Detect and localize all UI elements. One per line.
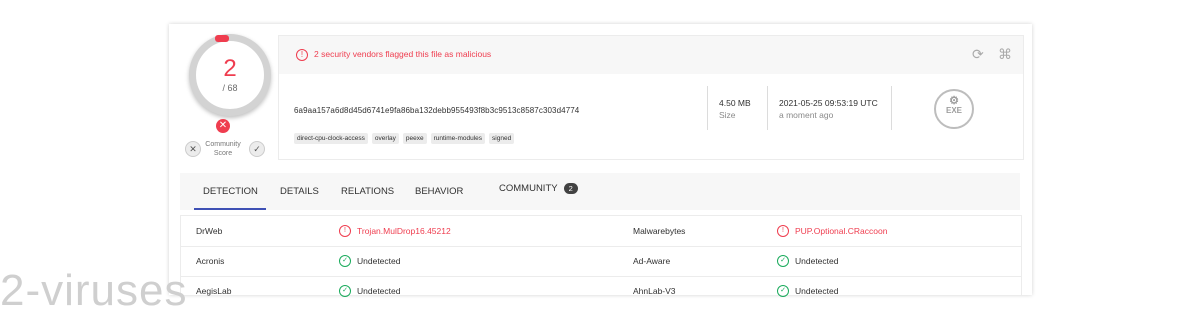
vendor-name: Acronis [196,256,225,266]
vote-harmless-button[interactable]: ✓ [249,141,265,157]
table-row: AegisLab ✓ Undetected AhnLab-V3 ✓ Undete… [181,276,1021,306]
gears-icon: ⚙ [949,95,959,107]
tag[interactable]: signed [489,133,515,144]
community-score-icon: ✕ [216,119,230,133]
community-score-label: Community Score [203,140,243,158]
community-label-line2: Score [213,150,233,157]
check-icon: ✓ [339,285,351,297]
detection-result: PUP.Optional.CRaccoon [795,226,888,236]
report-tabs: DETECTION DETAILS RELATIONS BEHAVIOR COM… [180,173,1020,210]
table-row: Acronis ✓ Undetected Ad-Aware ✓ Undetect… [181,246,1021,277]
analysis-date-value: 2021-05-25 09:53:19 UTC [779,98,878,108]
malicious-icon: ! [777,225,789,237]
engine-total: / 68 [222,83,238,93]
tab-details[interactable]: DETAILS [280,186,319,197]
detection-score-gauge: 2 / 68 [189,34,271,116]
tab-detection[interactable]: DETECTION [203,186,258,197]
tab-behavior[interactable]: BEHAVIOR [415,186,463,197]
graph-icon[interactable]: ⌘ [998,46,1012,63]
watermark-logo: 2-viruses [0,266,188,315]
analysis-date-relative: a moment ago [779,110,834,120]
vendor-name: AhnLab-V3 [633,286,676,296]
tab-community[interactable]: COMMUNITY 2 [499,183,578,194]
file-type-icon: ⚙ EXE [934,89,974,129]
check-icon: ✓ [777,255,789,267]
malicious-icon: ! [339,225,351,237]
detection-result: Undetected [795,256,839,266]
divider [707,86,708,130]
tab-community-label: COMMUNITY [499,183,558,194]
tag[interactable]: runtime-modules [430,133,486,144]
file-info-panel: ! 2 security vendors flagged this file a… [278,35,1024,160]
vendor-name: Ad-Aware [633,256,671,266]
tag[interactable]: direct-cpu-clock-access [294,133,368,144]
file-size-label: Size [719,110,736,120]
vote-malicious-button[interactable]: ✕ [185,141,201,157]
file-hash[interactable]: 6a9aa157a6d8d45d6741e9fa86ba132debb95549… [294,106,579,115]
file-type-label: EXE [945,106,962,115]
file-size-value: 4.50 MB [719,98,751,108]
alert-icon: ! [296,49,308,61]
tag-list: direct-cpu-clock-access overlay peexe ru… [294,133,515,144]
check-icon: ✓ [777,285,789,297]
community-label-line1: Community [205,141,241,148]
community-count-badge: 2 [563,183,578,194]
vendor-name: DrWeb [196,226,223,236]
alert-text: 2 security vendors flagged this file as … [314,49,492,59]
detections-table: DrWeb ! Trojan.MulDrop16.45212 Malwareby… [180,215,1022,297]
detection-result: Undetected [357,256,401,266]
check-icon: ✓ [339,255,351,267]
divider [767,86,768,130]
score-arc [215,35,229,42]
detection-result: Undetected [795,286,839,296]
table-row: DrWeb ! Trojan.MulDrop16.45212 Malwareby… [181,216,1021,247]
vendor-name: AegisLab [196,286,232,296]
divider [891,86,892,130]
alert-bar: ! 2 security vendors flagged this file a… [279,36,1023,74]
file-report-card: 2 / 68 ✕ ✕ Community Score ✓ ! 2 securit… [169,24,1032,297]
detection-result: Trojan.MulDrop16.45212 [357,226,451,236]
reanalyze-icon[interactable]: ⟳ [972,46,984,63]
tag[interactable]: peexe [402,133,427,144]
tag[interactable]: overlay [371,133,399,144]
tab-relations[interactable]: RELATIONS [341,186,394,197]
active-tab-indicator [194,208,266,210]
vendor-name: Malwarebytes [633,226,686,236]
detection-result: Undetected [357,286,401,296]
detection-count: 2 [223,55,237,82]
